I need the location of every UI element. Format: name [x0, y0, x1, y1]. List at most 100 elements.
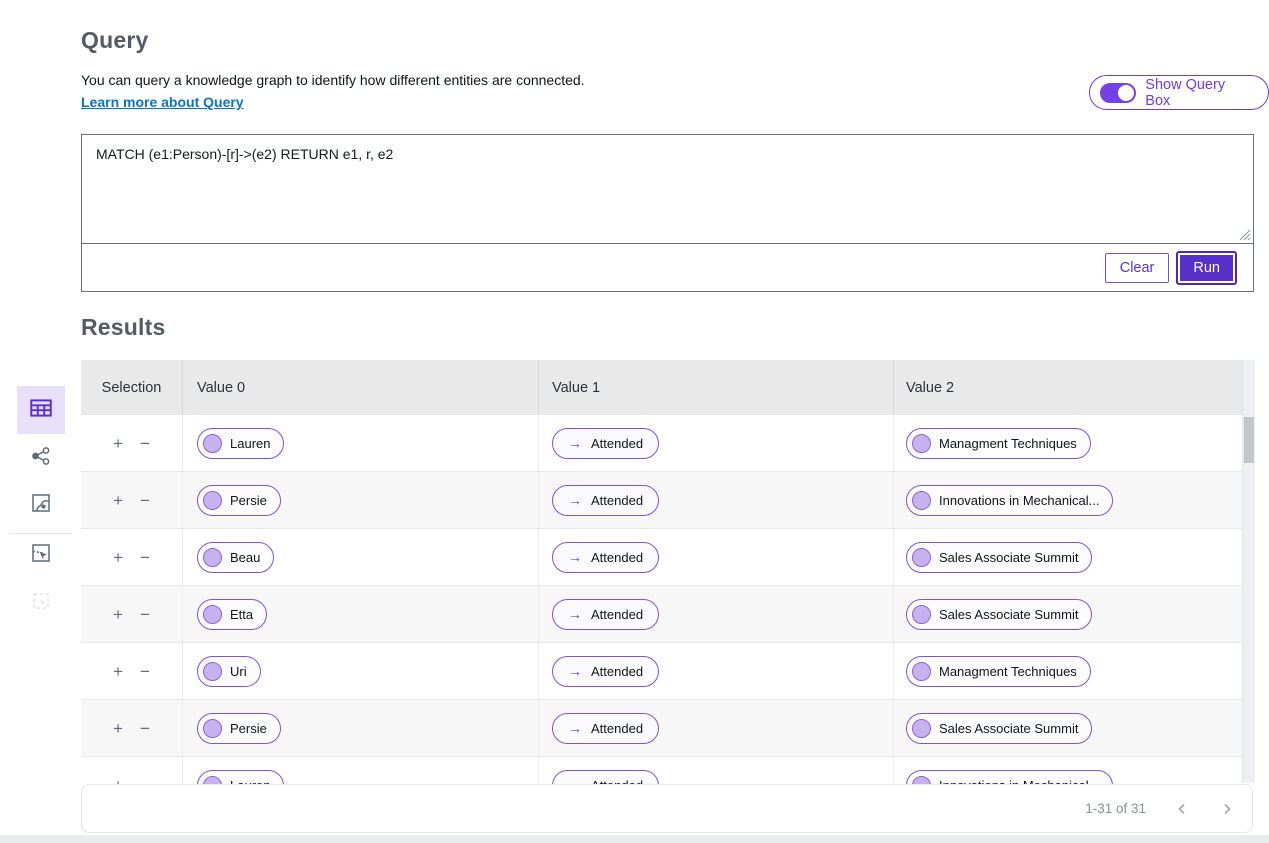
toggle-switch-icon[interactable] — [1100, 82, 1137, 103]
pagination-footer: 1-31 of 31 — [81, 784, 1253, 833]
table-row: + − Uri → Attended Managment Techniques — [81, 643, 1255, 700]
sidebar-item-map-select-view[interactable] — [29, 543, 53, 567]
edge-arrow-icon: → — [568, 720, 582, 736]
node-chip[interactable]: Lauren — [197, 427, 285, 459]
toggle-label: Show Query Box — [1145, 76, 1226, 109]
node-chip[interactable]: Lauren — [197, 769, 285, 784]
table-row: + − Persie → Attended Innovations in Mec… — [81, 472, 1255, 529]
node-chip[interactable]: Managment Techniques — [906, 655, 1091, 687]
add-to-selection-button[interactable]: + — [111, 490, 125, 511]
query-input[interactable]: MATCH (e1:Person)-[r]->(e2) RETURN e1, r… — [82, 135, 1253, 243]
edge-label: Attended — [591, 492, 644, 508]
node-label: Etta — [230, 606, 254, 622]
sidebar-divider — [10, 533, 72, 534]
node-dot-icon — [203, 661, 222, 681]
column-header-value2: Value 2 — [893, 360, 1255, 415]
map-icon — [29, 491, 53, 520]
edge-arrow-icon: → — [568, 435, 582, 451]
scrollbar-thumb[interactable] — [1244, 417, 1254, 463]
resize-handle-icon[interactable] — [1238, 228, 1251, 241]
remove-from-selection-button[interactable]: − — [138, 433, 152, 454]
edge-arrow-icon: → — [568, 663, 582, 679]
remove-from-selection-button[interactable]: − — [138, 775, 152, 785]
edge-label: Attended — [591, 606, 644, 622]
remove-from-selection-button[interactable]: − — [138, 490, 152, 511]
node-dot-icon — [203, 604, 222, 624]
node-chip[interactable]: Innovations in Mechanical... — [906, 769, 1114, 784]
edge-chip[interactable]: → Attended — [552, 712, 660, 744]
chevron-left-icon[interactable] — [1173, 800, 1191, 818]
sidebar-item-table-view[interactable] — [17, 386, 65, 434]
table-row: + − Persie → Attended Sales Associate Su… — [81, 700, 1255, 757]
node-chip[interactable]: Beau — [197, 541, 275, 573]
page-bottom-strip — [0, 835, 1269, 843]
node-dot-icon — [912, 661, 931, 681]
edge-arrow-icon: → — [568, 549, 582, 565]
node-chip[interactable]: Sales Associate Summit — [906, 598, 1093, 630]
edge-label: Attended — [591, 549, 644, 565]
remove-from-selection-button[interactable]: − — [138, 547, 152, 568]
column-header-value1: Value 1 — [538, 360, 893, 415]
node-chip[interactable]: Innovations in Mechanical... — [906, 484, 1114, 516]
selection-box-icon — [29, 589, 53, 618]
table-header-row: Selection Value 0 Value 1 Value 2 — [81, 360, 1255, 415]
add-to-selection-button[interactable]: + — [111, 604, 125, 625]
query-description: You can query a knowledge graph to ident… — [81, 72, 585, 88]
node-chip[interactable]: Uri — [197, 655, 261, 687]
add-to-selection-button[interactable]: + — [111, 775, 125, 785]
node-dot-icon — [912, 604, 931, 624]
graph-icon — [29, 444, 53, 473]
edge-chip[interactable]: → Attended — [552, 598, 660, 630]
add-to-selection-button[interactable]: + — [111, 661, 125, 682]
node-chip[interactable]: Managment Techniques — [906, 427, 1091, 459]
column-header-value0: Value 0 — [182, 360, 538, 415]
edge-chip[interactable]: → Attended — [552, 427, 660, 459]
node-label: Persie — [230, 720, 267, 736]
add-to-selection-button[interactable]: + — [111, 718, 125, 739]
edge-chip[interactable]: → Attended — [552, 484, 660, 516]
node-chip[interactable]: Persie — [197, 484, 281, 516]
table-icon — [28, 395, 54, 426]
node-label: Managment Techniques — [939, 663, 1077, 679]
edge-arrow-icon: → — [568, 777, 582, 784]
remove-from-selection-button[interactable]: − — [138, 661, 152, 682]
clear-button[interactable]: Clear — [1104, 252, 1170, 283]
add-to-selection-button[interactable]: + — [111, 547, 125, 568]
node-label: Lauren — [230, 435, 271, 451]
add-to-selection-button[interactable]: + — [111, 433, 125, 454]
sidebar-item-map-view[interactable] — [29, 493, 53, 517]
column-header-selection: Selection — [101, 379, 162, 396]
node-label: Beau — [230, 549, 261, 565]
sidebar-item-graph-view[interactable] — [29, 446, 53, 470]
edge-label: Attended — [591, 720, 644, 736]
remove-from-selection-button[interactable]: − — [138, 604, 152, 625]
map-select-icon — [29, 541, 53, 570]
table-scrollbar[interactable] — [1242, 360, 1255, 783]
node-dot-icon — [203, 433, 222, 453]
run-button[interactable]: Run — [1176, 250, 1237, 285]
edge-chip[interactable]: → Attended — [552, 541, 660, 573]
query-editor-panel: MATCH (e1:Person)-[r]->(e2) RETURN e1, r… — [81, 134, 1254, 292]
table-row: + − Beau → Attended Sales Associate Summ… — [81, 529, 1255, 586]
edge-chip[interactable]: → Attended — [552, 655, 660, 687]
remove-from-selection-button[interactable]: − — [138, 718, 152, 739]
node-chip[interactable]: Sales Associate Summit — [906, 712, 1093, 744]
node-chip[interactable]: Sales Associate Summit — [906, 541, 1093, 573]
edge-arrow-icon: → — [568, 606, 582, 622]
node-dot-icon — [912, 718, 931, 738]
show-query-box-toggle[interactable]: Show Query Box — [1089, 75, 1269, 110]
node-dot-icon — [912, 775, 931, 784]
node-chip[interactable]: Etta — [197, 598, 268, 630]
results-section-title: Results — [81, 314, 166, 340]
learn-more-link[interactable]: Learn more about Query — [81, 94, 244, 110]
node-label: Sales Associate Summit — [939, 606, 1079, 622]
edge-arrow-icon: → — [568, 492, 582, 508]
edge-chip[interactable]: → Attended — [552, 769, 660, 784]
node-dot-icon — [203, 775, 222, 784]
node-dot-icon — [912, 433, 931, 453]
table-row: + − Etta → Attended Sales Associate Summ… — [81, 586, 1255, 643]
node-chip[interactable]: Persie — [197, 712, 281, 744]
chevron-right-icon[interactable] — [1218, 800, 1236, 818]
node-dot-icon — [203, 718, 222, 738]
results-table: Selection Value 0 Value 1 Value 2 + − La… — [81, 360, 1255, 784]
